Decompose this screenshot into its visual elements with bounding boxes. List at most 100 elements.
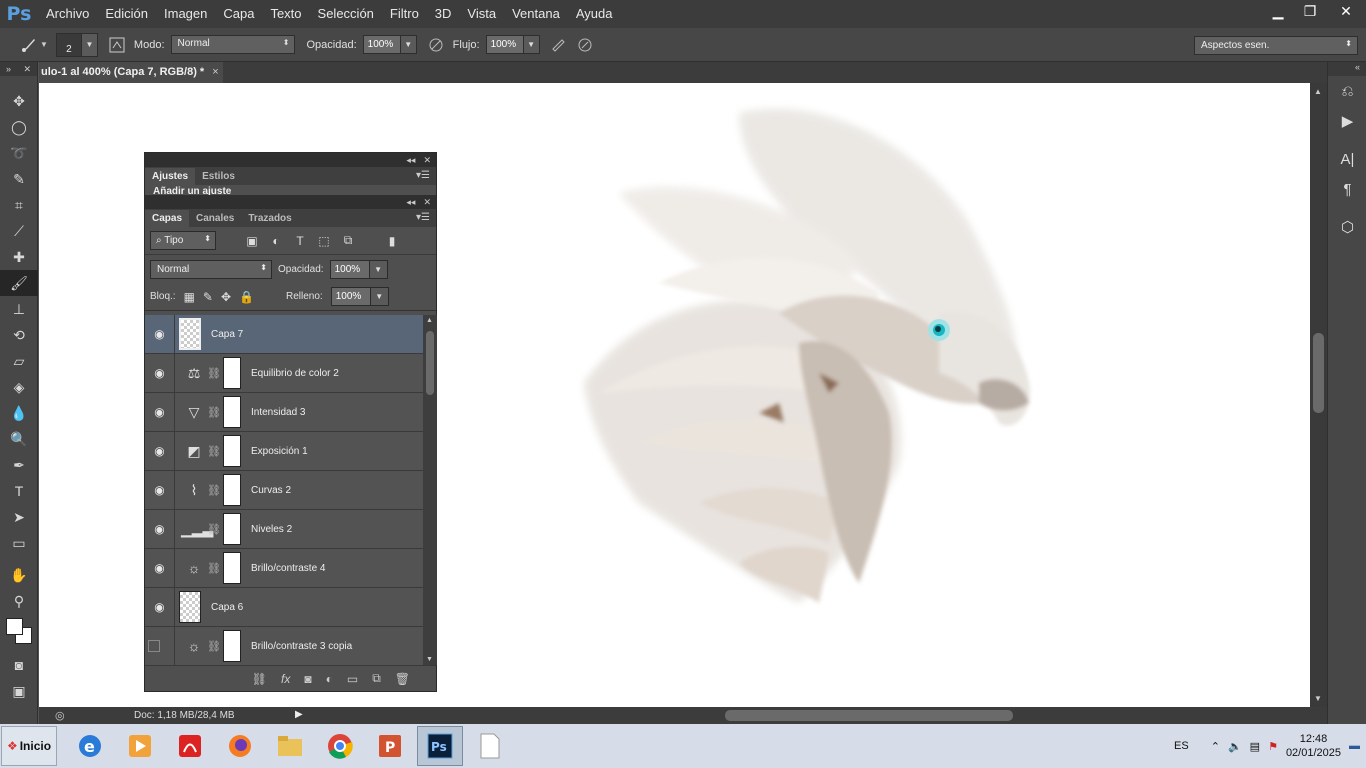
adjustment-filter-icon[interactable]: ◐ bbox=[268, 234, 284, 248]
quick-mask-icon[interactable]: ◙ bbox=[0, 652, 38, 678]
fill-field[interactable]: 100% bbox=[330, 287, 371, 306]
workspace-select[interactable]: Aspectos esen. ⬍ bbox=[1194, 36, 1358, 55]
layer-row[interactable]: ◉ Capa 7 bbox=[145, 315, 423, 354]
eye-icon[interactable]: ◉ bbox=[145, 470, 175, 510]
collapse-icon[interactable]: » bbox=[6, 64, 11, 74]
pen-tool-icon[interactable]: ✒ bbox=[0, 452, 38, 478]
marquee-tool-icon[interactable]: ◯ bbox=[0, 114, 38, 140]
brush-tool-icon[interactable]: 🖌 bbox=[0, 270, 38, 296]
menu-texto[interactable]: Texto bbox=[262, 0, 309, 28]
menu-imagen[interactable]: Imagen bbox=[156, 0, 215, 28]
menu-vista[interactable]: Vista bbox=[459, 0, 504, 28]
language-indicator[interactable]: ES bbox=[1174, 740, 1189, 752]
eye-icon[interactable]: ◉ bbox=[145, 431, 175, 471]
volume-icon[interactable]: 🔈 bbox=[1228, 740, 1242, 753]
character-panel-icon[interactable]: A| bbox=[1328, 144, 1366, 174]
screen-mode-icon[interactable]: ▣ bbox=[0, 678, 38, 704]
opacity-dropdown[interactable]: ▼ bbox=[400, 35, 417, 54]
close-icon[interactable]: ✕ bbox=[23, 64, 31, 75]
tab-trazados[interactable]: Trazados bbox=[241, 210, 298, 227]
eye-icon[interactable]: ◉ bbox=[145, 509, 175, 549]
status-info-icon[interactable]: ◎ bbox=[55, 709, 65, 722]
kind-filter-select[interactable]: ⌕ Tipo ⬍ bbox=[150, 231, 216, 250]
close-panel-icon[interactable]: ✕ bbox=[423, 155, 431, 166]
new-group-icon[interactable]: ▭ bbox=[347, 672, 358, 686]
menu-filtro[interactable]: Filtro bbox=[382, 0, 427, 28]
eye-icon[interactable]: ◉ bbox=[145, 353, 175, 393]
scroll-up-icon[interactable]: ▲ bbox=[1314, 87, 1322, 96]
shape-filter-icon[interactable]: ⬚ bbox=[316, 234, 332, 248]
brush-size-dropdown[interactable]: ▼ bbox=[81, 32, 98, 57]
internet-explorer-icon[interactable]: e bbox=[67, 726, 113, 766]
tab-canales[interactable]: Canales bbox=[189, 210, 241, 227]
new-adjustment-icon[interactable]: ◐ bbox=[326, 672, 333, 686]
tray-expand-icon[interactable]: ⌃ bbox=[1211, 740, 1220, 753]
smart-object-filter-icon[interactable]: ⧉ bbox=[340, 233, 356, 248]
dodge-tool-icon[interactable]: 🔍 bbox=[0, 426, 38, 452]
status-menu-arrow-icon[interactable]: ▶ bbox=[295, 709, 303, 720]
layer-row[interactable]: ◉ ☼ ⛓ Brillo/contraste 4 bbox=[145, 548, 423, 588]
eye-icon[interactable]: ◉ bbox=[145, 587, 175, 627]
layer-row[interactable]: ◉ ▁▂▃ ⛓ Niveles 2 bbox=[145, 509, 423, 549]
crop-tool-icon[interactable]: ⌗ bbox=[0, 192, 38, 218]
3d-panel-icon[interactable]: ⬡ bbox=[1328, 212, 1366, 242]
layer-mask-thumbnail[interactable] bbox=[223, 552, 241, 584]
eye-icon[interactable]: ◉ bbox=[145, 548, 175, 588]
brush-tool-preset-icon[interactable] bbox=[18, 34, 40, 56]
color-swatches[interactable] bbox=[0, 614, 37, 652]
lock-image-icon[interactable]: ✎ bbox=[203, 290, 213, 304]
eye-icon[interactable]: ◉ bbox=[145, 315, 175, 354]
path-selection-tool-icon[interactable]: ➤ bbox=[0, 504, 38, 530]
airbrush-icon[interactable] bbox=[548, 34, 570, 56]
layer-mask-thumbnail[interactable] bbox=[223, 474, 241, 506]
pixel-filter-icon[interactable]: ▣ bbox=[244, 234, 260, 248]
fill-dropdown[interactable]: ▼ bbox=[370, 287, 389, 306]
lock-position-icon[interactable]: ✥ bbox=[221, 290, 231, 304]
chrome-icon[interactable] bbox=[317, 726, 363, 766]
close-document-icon[interactable]: × bbox=[212, 66, 218, 83]
chevron-down-icon[interactable]: ▼ bbox=[40, 40, 48, 49]
layers-menu-icon[interactable]: ▾☰ bbox=[416, 212, 430, 223]
scroll-up-icon[interactable]: ▲ bbox=[426, 317, 433, 324]
menu-seleccion[interactable]: Selección bbox=[310, 0, 382, 28]
menu-3d[interactable]: 3D bbox=[427, 0, 460, 28]
file-explorer-icon[interactable] bbox=[267, 726, 313, 766]
horizontal-scroll-thumb[interactable] bbox=[725, 710, 1013, 721]
powerpoint-icon[interactable]: P bbox=[367, 726, 413, 766]
photoshop-taskbar-icon[interactable]: Ps bbox=[417, 726, 463, 766]
eyedropper-tool-icon[interactable]: ⟋ bbox=[0, 218, 38, 244]
network-icon[interactable]: ▤ bbox=[1250, 740, 1260, 753]
tab-ajustes[interactable]: Ajustes bbox=[145, 168, 196, 185]
eye-icon[interactable]: ◉ bbox=[145, 392, 175, 432]
horizontal-scrollbar[interactable] bbox=[315, 707, 1315, 724]
layer-opacity-dropdown[interactable]: ▼ bbox=[369, 259, 388, 279]
close-layers-icon[interactable]: ✕ bbox=[423, 197, 431, 208]
scroll-down-icon[interactable]: ▼ bbox=[1314, 694, 1322, 703]
show-desktop-icon[interactable]: ▬ bbox=[1349, 740, 1360, 752]
vertical-scroll-thumb[interactable] bbox=[1313, 333, 1324, 413]
healing-brush-tool-icon[interactable]: ✚ bbox=[0, 244, 38, 270]
history-brush-tool-icon[interactable]: ⟲ bbox=[0, 322, 38, 348]
tab-capas[interactable]: Capas bbox=[145, 210, 190, 227]
tab-estilos[interactable]: Estilos bbox=[195, 168, 242, 185]
type-tool-icon[interactable]: T bbox=[0, 478, 38, 504]
restore-button[interactable]: ❐ bbox=[1294, 0, 1326, 22]
lasso-tool-icon[interactable]: ➰ bbox=[0, 140, 38, 166]
layer-opacity-field[interactable]: 100% bbox=[329, 259, 370, 279]
paragraph-panel-icon[interactable]: ¶ bbox=[1328, 174, 1366, 204]
visibility-toggle-icon[interactable]: ◉ bbox=[145, 626, 175, 665]
collapse-layers-icon[interactable]: ◂◂ bbox=[406, 197, 415, 208]
layer-row[interactable]: ◉ ⚖ ⛓ Equilibrio de color 2 bbox=[145, 353, 423, 393]
eraser-tool-icon[interactable]: ▱ bbox=[0, 348, 38, 374]
layer-mask-thumbnail[interactable] bbox=[223, 513, 241, 545]
collapse-panel-icon[interactable]: ◂◂ bbox=[406, 155, 415, 166]
lock-transparent-icon[interactable]: ▦ bbox=[184, 290, 195, 304]
close-window-button[interactable]: ✕ bbox=[1326, 0, 1366, 22]
scroll-down-icon[interactable]: ▼ bbox=[426, 656, 433, 663]
minimize-button[interactable]: ▁ bbox=[1262, 0, 1294, 22]
new-layer-icon[interactable]: ⧉ bbox=[372, 671, 381, 686]
move-tool-icon[interactable]: ✥ bbox=[0, 88, 38, 114]
media-player-icon[interactable] bbox=[117, 726, 163, 766]
add-mask-icon[interactable]: ◙ bbox=[304, 672, 311, 686]
actions-panel-icon[interactable]: ▶ bbox=[1328, 106, 1366, 136]
